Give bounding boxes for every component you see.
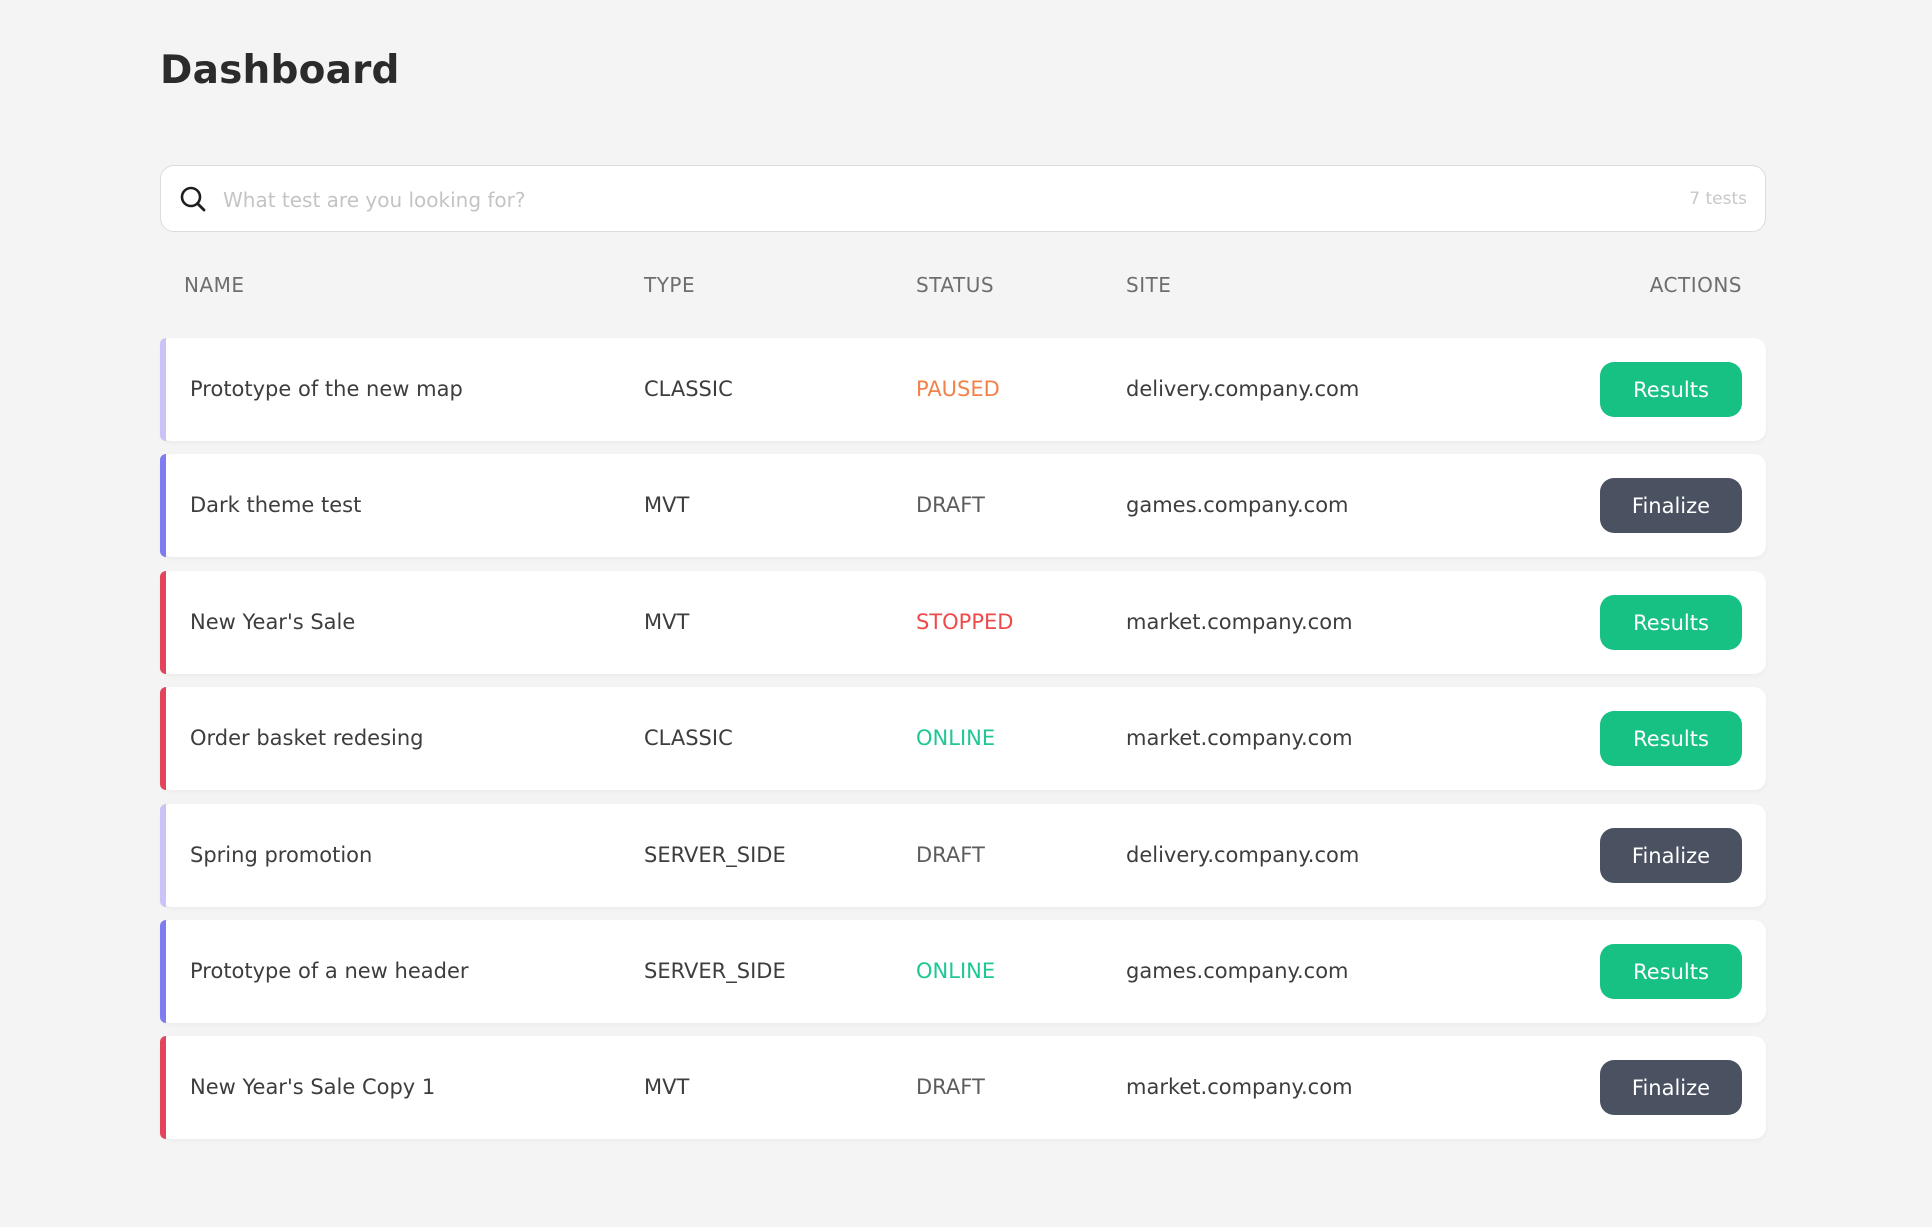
- row-accent-bar: [160, 804, 166, 907]
- table-row: New Year's Sale Copy 1 MVT DRAFT market.…: [160, 1036, 1766, 1139]
- column-header-type: TYPE: [644, 273, 696, 297]
- test-status: DRAFT: [916, 1075, 985, 1099]
- finalize-button[interactable]: Finalize: [1600, 1060, 1742, 1115]
- table-row: Order basket redesing CLASSIC ONLINE mar…: [160, 687, 1766, 790]
- test-count: 7 tests: [1689, 189, 1747, 209]
- row-accent-bar: [160, 920, 166, 1023]
- test-site: market.company.com: [1126, 610, 1353, 634]
- test-site: delivery.company.com: [1126, 377, 1360, 401]
- column-header-status: STATUS: [916, 273, 995, 297]
- test-site: games.company.com: [1126, 493, 1349, 517]
- row-accent-bar: [160, 454, 166, 557]
- test-type: MVT: [644, 610, 690, 634]
- search-icon: [179, 185, 207, 213]
- row-accent-bar: [160, 687, 166, 790]
- table-row: Prototype of a new header SERVER_SIDE ON…: [160, 920, 1766, 1023]
- finalize-button[interactable]: Finalize: [1600, 478, 1742, 533]
- search-input[interactable]: [221, 178, 1525, 222]
- test-status: STOPPED: [916, 610, 1014, 634]
- test-name: Order basket redesing: [190, 726, 424, 750]
- table-row: Spring promotion SERVER_SIDE DRAFT deliv…: [160, 804, 1766, 907]
- row-accent-bar: [160, 338, 166, 441]
- results-button[interactable]: Results: [1600, 944, 1742, 999]
- test-status: DRAFT: [916, 843, 985, 867]
- test-type: CLASSIC: [644, 377, 733, 401]
- test-name: New Year's Sale Copy 1: [190, 1075, 436, 1099]
- test-name: New Year's Sale: [190, 610, 356, 634]
- row-accent-bar: [160, 571, 166, 674]
- results-button[interactable]: Results: [1600, 362, 1742, 417]
- test-site: market.company.com: [1126, 726, 1353, 750]
- test-site: market.company.com: [1126, 1075, 1353, 1099]
- test-site: games.company.com: [1126, 959, 1349, 983]
- test-status: ONLINE: [916, 959, 996, 983]
- test-name: Prototype of a new header: [190, 959, 469, 983]
- column-header-name: NAME: [184, 273, 245, 297]
- test-status: DRAFT: [916, 493, 985, 517]
- column-header-actions: ACTIONS: [1649, 273, 1742, 297]
- results-button[interactable]: Results: [1600, 711, 1742, 766]
- table-row: New Year's Sale MVT STOPPED market.compa…: [160, 571, 1766, 674]
- test-status: PAUSED: [916, 377, 1000, 401]
- test-type: SERVER_SIDE: [644, 959, 786, 983]
- table-header: NAME TYPE STATUS SITE ACTIONS: [160, 268, 1766, 302]
- test-type: SERVER_SIDE: [644, 843, 786, 867]
- test-site: delivery.company.com: [1126, 843, 1360, 867]
- test-type: MVT: [644, 1075, 690, 1099]
- test-type: MVT: [644, 493, 690, 517]
- test-name: Prototype of the new map: [190, 377, 463, 401]
- table-row: Prototype of the new map CLASSIC PAUSED …: [160, 338, 1766, 441]
- test-name: Dark theme test: [190, 493, 362, 517]
- test-name: Spring promotion: [190, 843, 373, 867]
- test-type: CLASSIC: [644, 726, 733, 750]
- page-title: Dashboard: [160, 48, 400, 93]
- test-status: ONLINE: [916, 726, 996, 750]
- column-header-site: SITE: [1126, 273, 1172, 297]
- finalize-button[interactable]: Finalize: [1600, 828, 1742, 883]
- table-row: Dark theme test MVT DRAFT games.company.…: [160, 454, 1766, 557]
- results-button[interactable]: Results: [1600, 595, 1742, 650]
- search-bar[interactable]: 7 tests: [160, 165, 1766, 232]
- row-accent-bar: [160, 1036, 166, 1139]
